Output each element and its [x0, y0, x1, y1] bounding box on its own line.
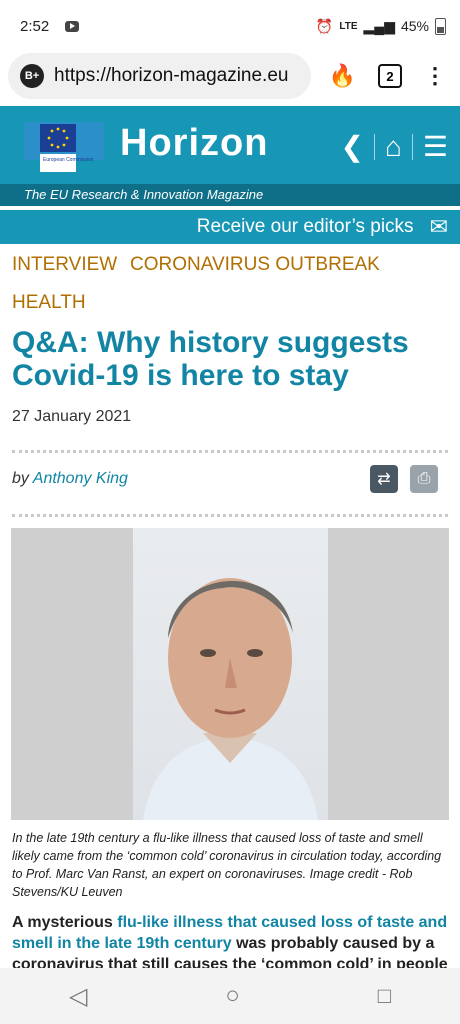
nav-divider [373, 133, 375, 160]
article-title: Q&A: Why history suggests Covid-19 is he… [12, 326, 409, 392]
nav-back-icon[interactable]: ◁ [69, 982, 87, 1011]
site-header: European Commission Horizon ❮ ⌂ ☰ The EU… [0, 106, 460, 206]
flame-icon[interactable]: 🔥 [329, 63, 356, 89]
alarm-icon: ⏰ [315, 17, 334, 34]
byline-prefix: by [12, 470, 29, 487]
url-bar[interactable]: B+ https://horizon-magazine.eu [8, 53, 311, 99]
mail-icon[interactable]: ✉ [430, 214, 448, 240]
author-link[interactable]: Anthony King [33, 470, 128, 487]
dotted-divider [12, 450, 448, 453]
editor-picks-bar[interactable]: Receive our editor’s picks ✉ [0, 210, 460, 244]
article-tools: ⇄ ⎙ [370, 465, 438, 493]
photo-caption: In the late 19th century a flu-like illn… [12, 831, 442, 899]
portrait-image [133, 528, 328, 820]
share-icon[interactable]: ⇄ [370, 465, 398, 493]
network-label: LTE [339, 20, 358, 32]
category-coronavirus[interactable]: CORONAVIRUS OUTBREAK [130, 254, 380, 276]
site-tagline: The EU Research & Innovation Magazine [0, 184, 460, 206]
editor-picks-label[interactable]: Receive our editor’s picks [197, 216, 414, 238]
category-health[interactable]: HEALTH [12, 292, 86, 314]
list-menu-icon[interactable]: ☰ [423, 130, 448, 163]
status-time: 2:52 [20, 17, 50, 35]
article-date: 27 January 2021 [12, 408, 132, 425]
lead-text-start: A mysterious [12, 914, 113, 931]
status-bar: 2:52 ⏰ LTE ▂▄▆ 45% [0, 0, 460, 52]
flag-text: European Commission [43, 157, 94, 163]
article-photo [11, 528, 449, 820]
site-badge-icon[interactable]: B+ [20, 64, 44, 88]
status-right: ⏰ LTE ▂▄▆ 45% [315, 17, 446, 35]
nav-recents-icon[interactable]: □ [378, 983, 391, 1009]
youtube-icon [65, 20, 80, 32]
battery-percent: 45% [400, 18, 429, 34]
back-chevron-icon[interactable]: ❮ [341, 130, 364, 163]
home-icon[interactable]: ⌂ [385, 131, 402, 163]
print-icon[interactable]: ⎙ [410, 465, 438, 493]
browser-toolbar: B+ https://horizon-magazine.eu 🔥 2 ⋮ [0, 52, 460, 100]
nav-divider [411, 133, 413, 160]
signal-icon: ▂▄▆ [363, 17, 395, 34]
menu-dots-icon[interactable]: ⋮ [424, 65, 446, 87]
battery-icon [435, 17, 446, 35]
nav-home-icon[interactable]: ○ [225, 982, 240, 1010]
category-interview[interactable]: INTERVIEW [12, 254, 117, 276]
tabs-button[interactable]: 2 [378, 64, 402, 88]
article-lead: A mysterious flu-like illness that cause… [12, 912, 448, 975]
dotted-divider [12, 514, 448, 517]
site-brand[interactable]: Horizon [120, 122, 268, 165]
url-text[interactable]: https://horizon-magazine.eu [54, 65, 288, 87]
byline: by Anthony King [12, 470, 128, 488]
eu-logo[interactable]: European Commission [24, 116, 104, 174]
system-nav-bar: ◁ ○ □ [0, 968, 460, 1024]
header-nav: ❮ ⌂ ☰ [341, 130, 449, 163]
